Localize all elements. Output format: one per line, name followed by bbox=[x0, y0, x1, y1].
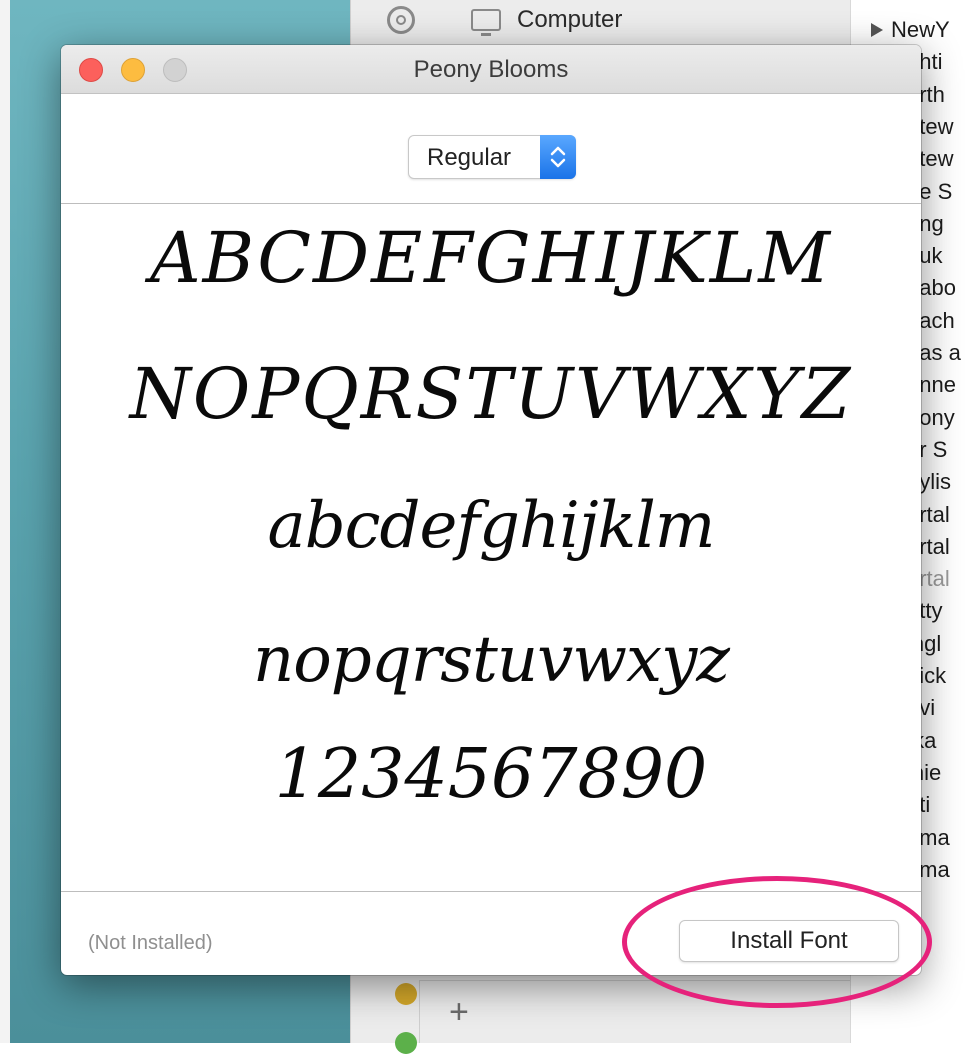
font-list-item-label: NewY bbox=[891, 17, 950, 43]
finder-divider bbox=[419, 980, 851, 981]
window-title: Peony Blooms bbox=[61, 45, 921, 93]
sample-uppercase-2: NOPQRSTUVWXYZ bbox=[61, 353, 921, 435]
finder-divider-vertical bbox=[419, 980, 420, 1043]
sample-digits: 1234567890 bbox=[61, 735, 921, 814]
sidebar-item-computer[interactable]: Computer bbox=[381, 6, 622, 34]
install-status: (Not Installed) bbox=[88, 932, 213, 955]
install-font-button[interactable]: Install Font bbox=[679, 920, 899, 962]
sample-lowercase-2: nopqrstuvwxyz bbox=[61, 623, 921, 697]
title-bar[interactable]: Peony Blooms bbox=[61, 45, 921, 94]
font-preview-window: Peony Blooms Regular ABCDEFGHIJKLM NOPQR… bbox=[61, 45, 921, 975]
add-collection-button[interactable]: + bbox=[449, 995, 469, 1029]
airdrop-icon bbox=[387, 6, 415, 34]
collection-icon-green bbox=[395, 1032, 417, 1054]
divider bbox=[61, 891, 921, 892]
font-list-item[interactable]: NewY bbox=[851, 14, 966, 46]
sidebar-item-label: Computer bbox=[517, 6, 622, 34]
divider bbox=[61, 203, 921, 204]
font-style-value: Regular bbox=[427, 136, 511, 178]
sample-lowercase-1: abcdefghijklm bbox=[61, 489, 921, 563]
screen-edge bbox=[0, 0, 10, 1043]
collection-icon-yellow bbox=[395, 983, 417, 1005]
computer-icon bbox=[471, 9, 501, 31]
disclosure-triangle-icon[interactable] bbox=[871, 23, 883, 37]
font-style-select[interactable]: Regular bbox=[408, 135, 576, 179]
chevron-updown-icon bbox=[540, 135, 576, 179]
sample-uppercase-1: ABCDEFGHIJKLM bbox=[61, 217, 921, 299]
